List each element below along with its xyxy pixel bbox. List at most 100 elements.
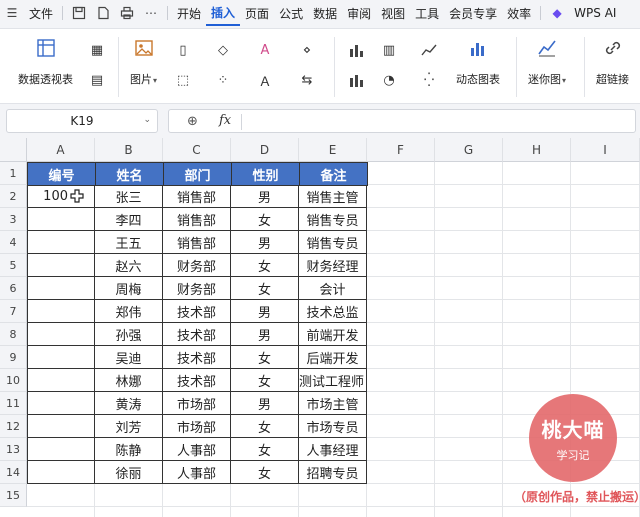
table-cell[interactable]: 林娜 (95, 369, 163, 392)
column-header-g[interactable]: G (435, 138, 503, 162)
table-cell[interactable]: 男 (231, 231, 299, 254)
row-header-4[interactable]: 4 (0, 231, 27, 254)
more-icon[interactable]: ⋯ (143, 5, 159, 21)
tab-page[interactable]: 页面 (240, 0, 274, 26)
table-cell[interactable]: 女 (231, 208, 299, 231)
table-cell[interactable]: 技术总监 (299, 300, 367, 323)
tab-efficiency[interactable]: 效率 (502, 0, 536, 26)
row-header-2[interactable]: 2 (0, 185, 27, 208)
table-cell[interactable]: 男 (231, 392, 299, 415)
tab-member[interactable]: 会员专享 (444, 0, 502, 26)
table-cell[interactable]: 市场部 (163, 415, 231, 438)
name-box[interactable]: K19 ⌄ (6, 109, 158, 133)
pivot-chart-icon[interactable]: ▦ (86, 41, 108, 59)
table-header-cell[interactable]: 编号 (27, 162, 96, 186)
table-cell[interactable]: 技术部 (163, 346, 231, 369)
screenshot-icon[interactable]: ⬚ (172, 71, 194, 89)
file-menu[interactable]: 文件 (24, 0, 58, 26)
table-cell[interactable]: 销售部 (163, 208, 231, 231)
column-header-e[interactable]: E (299, 138, 367, 162)
save-icon[interactable] (71, 5, 87, 21)
column-chart-icon[interactable] (345, 41, 367, 59)
table-cell[interactable]: 女 (231, 415, 299, 438)
textbox-icon[interactable]: Ａ (254, 71, 276, 90)
table-cell[interactable] (27, 300, 95, 323)
column-header-i[interactable]: I (571, 138, 640, 162)
table-cell[interactable] (27, 231, 95, 254)
row-header-12[interactable]: 12 (0, 415, 27, 438)
row-header-6[interactable]: 6 (0, 277, 27, 300)
tab-tools[interactable]: 工具 (410, 0, 444, 26)
column-header-c[interactable]: C (163, 138, 231, 162)
tab-insert[interactable]: 插入 (206, 0, 241, 26)
icons-icon[interactable]: ⁘ (212, 71, 234, 89)
table-cell[interactable]: 张三 (95, 185, 163, 208)
table-cell[interactable]: 女 (231, 461, 299, 484)
table-cell[interactable]: 前端开发 (299, 323, 367, 346)
table-cell[interactable]: 孙强 (95, 323, 163, 346)
row-header-3[interactable]: 3 (0, 208, 27, 231)
table-cell[interactable]: 赵六 (95, 254, 163, 277)
table-header-cell[interactable]: 性别 (231, 162, 300, 186)
table-cell[interactable]: 市场部 (163, 392, 231, 415)
table-cell[interactable] (27, 392, 95, 415)
scatter-chart-icon[interactable]: ⁛ (418, 71, 440, 89)
bar-chart-icon[interactable] (345, 71, 367, 89)
table-cell[interactable]: 市场专员 (299, 415, 367, 438)
table-cell[interactable]: 财务部 (163, 254, 231, 277)
column-header-a[interactable]: A (27, 138, 95, 162)
tab-view[interactable]: 视图 (376, 0, 410, 26)
row-header-13[interactable]: 13 (0, 438, 27, 461)
row-header-11[interactable]: 11 (0, 392, 27, 415)
table-cell[interactable] (27, 208, 95, 231)
table-cell[interactable]: 黄涛 (95, 392, 163, 415)
table-cell[interactable]: 女 (231, 254, 299, 277)
wordart-icon[interactable]: A (254, 41, 276, 59)
chevron-down-icon[interactable]: ⌄ (143, 115, 151, 125)
table-cell[interactable]: 女 (231, 346, 299, 369)
document-icon[interactable]: ▯ (172, 41, 194, 59)
table-cell[interactable]: 销售主管 (299, 185, 367, 208)
tab-review[interactable]: 审阅 (342, 0, 376, 26)
table-cell[interactable] (27, 254, 95, 277)
export-pdf-icon[interactable] (95, 5, 111, 21)
flowchart-icon[interactable]: ⇆ (296, 71, 318, 89)
table-cell[interactable]: 技术部 (163, 300, 231, 323)
tab-home[interactable]: 开始 (172, 0, 206, 26)
select-all-corner[interactable] (0, 138, 27, 162)
table-cell[interactable] (27, 277, 95, 300)
table-cell[interactable]: 徐丽 (95, 461, 163, 484)
zoom-icon[interactable]: ⊕ (187, 114, 198, 129)
table-cell[interactable] (27, 346, 95, 369)
row-header-5[interactable]: 5 (0, 254, 27, 277)
dynamic-chart-button[interactable]: 动态图表 (456, 37, 500, 87)
table-cell[interactable]: 后端开发 (299, 346, 367, 369)
column-header-b[interactable]: B (95, 138, 163, 162)
column-header-d[interactable]: D (231, 138, 299, 162)
row-header-10[interactable]: 10 (0, 369, 27, 392)
table-cell[interactable]: 刘芳 (95, 415, 163, 438)
table-cell[interactable] (27, 461, 95, 484)
hamburger-menu-icon[interactable]: ☰ (4, 5, 20, 21)
stat-chart-icon[interactable]: ▥ (378, 41, 400, 59)
table-cell[interactable] (27, 369, 95, 392)
table-cell[interactable]: 周梅 (95, 277, 163, 300)
table-cell[interactable]: 人事经理 (299, 438, 367, 461)
table-cell[interactable]: 市场主管 (299, 392, 367, 415)
table-cell[interactable]: 男 (231, 300, 299, 323)
table-cell[interactable]: 李四 (95, 208, 163, 231)
table-cell[interactable]: 销售部 (163, 231, 231, 254)
table-cell[interactable]: 吴迪 (95, 346, 163, 369)
pivot-table-button[interactable]: 数据透视表 (18, 37, 73, 87)
table-cell[interactable] (27, 438, 95, 461)
table-cell[interactable]: 男 (231, 323, 299, 346)
table-cell[interactable]: 招聘专员 (299, 461, 367, 484)
pie-chart-icon[interactable]: ◔ (378, 71, 400, 89)
line-chart-icon[interactable] (418, 41, 440, 59)
table-cell[interactable]: 技术部 (163, 323, 231, 346)
table-cell[interactable]: 陈静 (95, 438, 163, 461)
table-cell[interactable]: 会计 (299, 277, 367, 300)
tab-data[interactable]: 数据 (308, 0, 342, 26)
hyperlink-button[interactable]: 超链接 (596, 37, 629, 87)
table-cell[interactable]: 女 (231, 277, 299, 300)
